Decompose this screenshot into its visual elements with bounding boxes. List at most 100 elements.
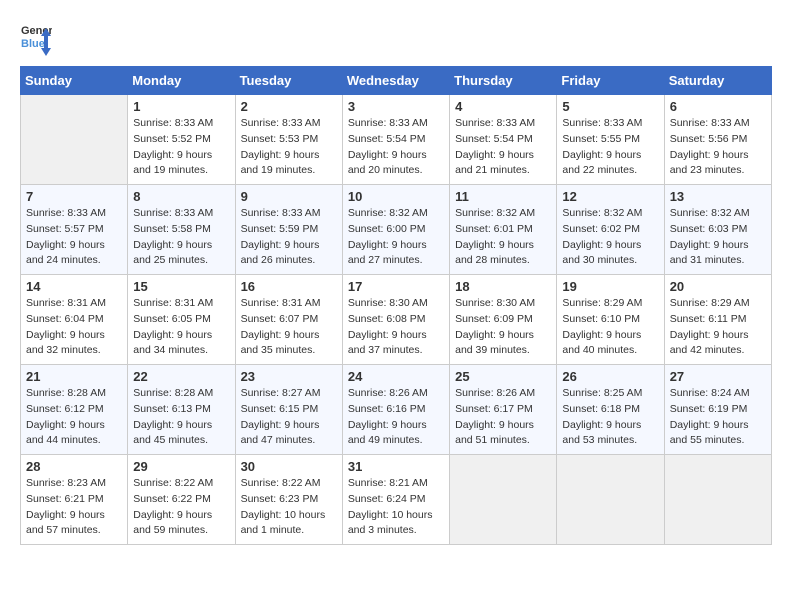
sunrise-text: Sunrise: 8:31 AM [26,296,122,312]
calendar-cell: 14Sunrise: 8:31 AMSunset: 6:04 PMDayligh… [21,275,128,365]
calendar-cell: 25Sunrise: 8:26 AMSunset: 6:17 PMDayligh… [450,365,557,455]
sunrise-text: Sunrise: 8:23 AM [26,476,122,492]
sunrise-text: Sunrise: 8:29 AM [562,296,658,312]
day-info: Sunrise: 8:33 AMSunset: 5:54 PMDaylight:… [348,116,444,179]
daylight-text: Daylight: 9 hours and 32 minutes. [26,328,122,360]
day-info: Sunrise: 8:31 AMSunset: 6:07 PMDaylight:… [241,296,337,359]
daylight-text: Daylight: 9 hours and 24 minutes. [26,238,122,270]
daylight-text: Daylight: 9 hours and 22 minutes. [562,148,658,180]
day-number: 2 [241,99,337,114]
calendar-table: SundayMondayTuesdayWednesdayThursdayFrid… [20,66,772,545]
logo-graphic-icon: General Blue [20,20,52,56]
sunset-text: Sunset: 6:07 PM [241,312,337,328]
day-info: Sunrise: 8:33 AMSunset: 5:57 PMDaylight:… [26,206,122,269]
daylight-text: Daylight: 9 hours and 53 minutes. [562,418,658,450]
sunset-text: Sunset: 6:09 PM [455,312,551,328]
day-number: 1 [133,99,229,114]
day-number: 19 [562,279,658,294]
day-number: 15 [133,279,229,294]
sunrise-text: Sunrise: 8:30 AM [348,296,444,312]
calendar-cell: 4Sunrise: 8:33 AMSunset: 5:54 PMDaylight… [450,95,557,185]
calendar-week-1: 1Sunrise: 8:33 AMSunset: 5:52 PMDaylight… [21,95,772,185]
calendar-cell: 17Sunrise: 8:30 AMSunset: 6:08 PMDayligh… [342,275,449,365]
day-number: 26 [562,369,658,384]
calendar-cell: 3 Sunrise: 8:33 AMSunset: 5:54 PMDaylight… [342,95,449,185]
day-number: 13 [670,189,766,204]
sunset-text: Sunset: 6:00 PM [348,222,444,238]
day-number: 20 [670,279,766,294]
day-info: Sunrise: 8:33 AMSunset: 5:54 PMDaylight:… [455,116,551,179]
calendar-cell: 12Sunrise: 8:32 AMSunset: 6:02 PMDayligh… [557,185,664,275]
sunset-text: Sunset: 5:59 PM [241,222,337,238]
sunset-text: Sunset: 6:21 PM [26,492,122,508]
daylight-text: Daylight: 10 hours and 1 minute. [241,508,337,540]
sunset-text: Sunset: 5:54 PM [455,132,551,148]
calendar-cell: 30Sunrise: 8:22 AMSunset: 6:23 PMDayligh… [235,455,342,545]
calendar-cell: 15Sunrise: 8:31 AMSunset: 6:05 PMDayligh… [128,275,235,365]
calendar-cell: 26 Sunrise: 8:25 AMSunset: 6:18 PMDayligh… [557,365,664,455]
sunrise-text: Sunrise: 8:22 AM [241,476,337,492]
sunset-text: Sunset: 5:54 PM [348,132,444,148]
daylight-text: Daylight: 9 hours and 44 minutes. [26,418,122,450]
day-info: Sunrise: 8:32 AMSunset: 6:01 PMDaylight:… [455,206,551,269]
sunset-text: Sunset: 5:56 PM [670,132,766,148]
day-info: Sunrise: 8:32 AMSunset: 6:02 PMDaylight:… [562,206,658,269]
day-header-monday: Monday [128,67,235,95]
day-number: 16 [241,279,337,294]
day-info: Sunrise: 8:25 AMSunset: 6:18 PMDaylight:… [562,386,658,449]
calendar-cell: 6Sunrise: 8:33 AMSunset: 5:56 PMDaylight… [664,95,771,185]
calendar-cell [450,455,557,545]
page-header: General Blue [20,20,772,56]
day-info: Sunrise: 8:33 AMSunset: 5:52 PMDaylight:… [133,116,229,179]
calendar-cell: 22Sunrise: 8:28 AMSunset: 6:13 PMDayligh… [128,365,235,455]
day-number: 24 [348,369,444,384]
day-number: 7 [26,189,122,204]
sunrise-text: Sunrise: 8:27 AM [241,386,337,402]
daylight-text: Daylight: 9 hours and 23 minutes. [670,148,766,180]
day-info: Sunrise: 8:32 AMSunset: 6:03 PMDaylight:… [670,206,766,269]
day-header-tuesday: Tuesday [235,67,342,95]
calendar-cell: 29Sunrise: 8:22 AMSunset: 6:22 PMDayligh… [128,455,235,545]
day-number: 11 [455,189,551,204]
day-info: Sunrise: 8:21 AMSunset: 6:24 PMDaylight:… [348,476,444,539]
logo: General Blue [20,20,52,56]
day-number: 31 [348,459,444,474]
sunrise-text: Sunrise: 8:33 AM [133,206,229,222]
calendar-cell: 9Sunrise: 8:33 AMSunset: 5:59 PMDaylight… [235,185,342,275]
sunset-text: Sunset: 5:55 PM [562,132,658,148]
sunset-text: Sunset: 5:52 PM [133,132,229,148]
calendar-cell: 13 Sunrise: 8:32 AMSunset: 6:03 PMDayligh… [664,185,771,275]
daylight-text: Daylight: 9 hours and 51 minutes. [455,418,551,450]
day-info: Sunrise: 8:26 AMSunset: 6:16 PMDaylight:… [348,386,444,449]
day-header-sunday: Sunday [21,67,128,95]
sunrise-text: Sunrise: 8:24 AM [670,386,766,402]
calendar-cell: 8Sunrise: 8:33 AMSunset: 5:58 PMDaylight… [128,185,235,275]
daylight-text: Daylight: 9 hours and 39 minutes. [455,328,551,360]
daylight-text: Daylight: 9 hours and 34 minutes. [133,328,229,360]
sunrise-text: Sunrise: 8:33 AM [348,116,444,132]
sunset-text: Sunset: 5:58 PM [133,222,229,238]
day-info: Sunrise: 8:29 AMSunset: 6:10 PMDaylight:… [562,296,658,359]
calendar-cell: 16 Sunrise: 8:31 AMSunset: 6:07 PMDayligh… [235,275,342,365]
day-info: Sunrise: 8:31 AMSunset: 6:04 PMDaylight:… [26,296,122,359]
sunset-text: Sunset: 6:17 PM [455,402,551,418]
sunset-text: Sunset: 6:04 PM [26,312,122,328]
day-info: Sunrise: 8:33 AMSunset: 5:53 PMDaylight:… [241,116,337,179]
sunset-text: Sunset: 6:12 PM [26,402,122,418]
sunset-text: Sunset: 6:24 PM [348,492,444,508]
sunrise-text: Sunrise: 8:33 AM [670,116,766,132]
sunset-text: Sunset: 6:23 PM [241,492,337,508]
day-number: 28 [26,459,122,474]
day-number: 25 [455,369,551,384]
day-number: 27 [670,369,766,384]
day-number: 3 [348,99,444,114]
day-number: 21 [26,369,122,384]
sunrise-text: Sunrise: 8:33 AM [562,116,658,132]
calendar-cell: 10Sunrise: 8:32 AMSunset: 6:00 PMDayligh… [342,185,449,275]
calendar-cell: 27Sunrise: 8:24 AMSunset: 6:19 PMDayligh… [664,365,771,455]
daylight-text: Daylight: 9 hours and 57 minutes. [26,508,122,540]
sunset-text: Sunset: 6:01 PM [455,222,551,238]
sunset-text: Sunset: 6:03 PM [670,222,766,238]
day-header-saturday: Saturday [664,67,771,95]
day-number: 8 [133,189,229,204]
